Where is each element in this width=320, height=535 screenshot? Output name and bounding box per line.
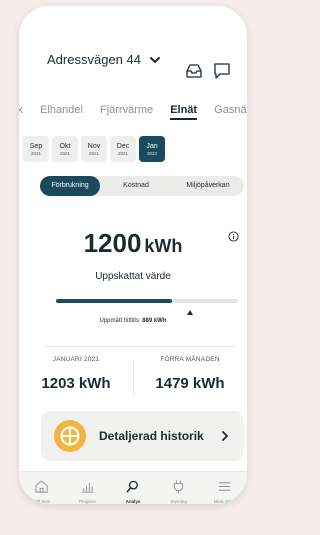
measured-so-far: Uppmätt hittills: 889 kWh <box>19 318 247 324</box>
pie-chart-icon <box>54 420 86 452</box>
month-year: 2021 <box>88 150 99 156</box>
consumption-number: 1200 <box>83 228 142 258</box>
main-content: Adressvägen 44 plick Elhandel Fjärrvärme… <box>19 6 247 471</box>
address-label: Adressvägen 44 <box>47 52 141 67</box>
tab-elhandel[interactable]: Elhandel <box>40 104 83 116</box>
progress-marker <box>187 310 193 315</box>
tab-fjarrvarme[interactable]: Fjärrvärme <box>100 104 153 116</box>
month-selector: Sep 2021 Okt 2021 Nov 2021 Dec 2021 Jan … <box>23 136 165 162</box>
nav-label: Prognos <box>79 499 96 504</box>
stat-value: 1203 kWh <box>41 375 111 392</box>
plug-icon <box>173 480 184 494</box>
nav-label: Styrning <box>170 499 187 504</box>
segment-kostnad[interactable]: Kostnad <box>100 176 172 196</box>
comparison-stats: JANUARI 2021 1203 kWh FÖRRA MÅNADEN 1479… <box>19 356 247 396</box>
measured-value: 889 kWh <box>142 318 167 324</box>
segment-miljopaverkan[interactable]: Miljöpåverkan <box>172 176 244 196</box>
nav-label: Mina sidor <box>213 499 235 504</box>
month-name: Sep <box>29 142 43 150</box>
segment-forbrukning[interactable]: Förbrukning <box>40 176 100 196</box>
detailed-history-button[interactable]: Detaljerad historik <box>41 411 244 461</box>
chevron-down-icon <box>149 56 160 63</box>
history-label: Detaljerad historik <box>99 429 204 443</box>
month-sep[interactable]: Sep 2021 <box>23 136 49 162</box>
month-name: Nov <box>87 142 101 150</box>
tab-gasnat[interactable]: Gasnät <box>214 104 247 116</box>
month-jan[interactable]: Jan 2022 <box>139 136 165 162</box>
progress-track <box>56 299 238 303</box>
chat-icon[interactable] <box>213 62 231 80</box>
progress-fill <box>56 299 173 303</box>
service-tabs: plick Elhandel Fjärrvärme Elnät Gasnät <box>19 104 247 116</box>
stat-value: 1479 kWh <box>155 375 225 392</box>
address-selector[interactable]: Adressvägen 44 <box>47 52 161 67</box>
nav-mitt-hem[interactable]: Mitt hem <box>19 472 65 504</box>
month-year: 2021 <box>30 150 41 156</box>
month-year: 2022 <box>146 150 157 156</box>
inbox-icon[interactable] <box>185 62 203 80</box>
month-name: Dec <box>116 142 130 150</box>
header-actions <box>185 62 231 80</box>
nav-analys[interactable]: Analys <box>110 472 156 504</box>
tab-plick[interactable]: plick <box>19 104 23 116</box>
measured-label: Uppmätt hittills: <box>99 318 141 324</box>
divider <box>45 346 235 347</box>
tab-elnat[interactable]: Elnät <box>170 104 197 116</box>
nav-styrning[interactable]: Styrning <box>156 472 202 504</box>
nav-label: Analys <box>125 499 141 504</box>
stat-last-year: JANUARI 2021 1203 kWh <box>19 356 133 392</box>
phone-frame: Adressvägen 44 plick Elhandel Fjärrvärme… <box>19 6 247 504</box>
month-dec[interactable]: Dec 2021 <box>110 136 136 162</box>
menu-icon <box>218 482 230 491</box>
month-year: 2021 <box>117 150 128 156</box>
consumption-value: 1200 kWh <box>19 228 247 259</box>
bottom-navigation: Mitt hem Prognos Analys Styrning Mina si… <box>19 471 247 504</box>
month-year: 2021 <box>59 150 70 156</box>
chart-icon <box>81 482 94 493</box>
nav-prognos[interactable]: Prognos <box>65 472 111 504</box>
month-name: Jan <box>146 142 158 150</box>
chevron-right-icon <box>222 431 228 441</box>
info-icon[interactable] <box>228 231 239 242</box>
nav-mina-sidor[interactable]: Mina sidor <box>201 472 247 504</box>
estimated-caption: Uppskattat värde <box>95 271 171 282</box>
metric-segmented-control: Förbrukning Kostnad Miljöpåverkan <box>40 176 244 196</box>
month-nov[interactable]: Nov 2021 <box>81 136 107 162</box>
month-okt[interactable]: Okt 2021 <box>52 136 78 162</box>
search-icon <box>127 480 139 493</box>
month-name: Okt <box>59 142 71 150</box>
consumption-unit: kWh <box>144 236 183 256</box>
stat-previous-month: FÖRRA MÅNADEN 1479 kWh <box>133 356 247 396</box>
stat-label: FÖRRA MÅNADEN <box>160 356 220 363</box>
home-icon <box>35 480 48 493</box>
stat-label: JANUARI 2021 <box>52 356 100 363</box>
nav-label: Mitt hem <box>33 499 51 504</box>
